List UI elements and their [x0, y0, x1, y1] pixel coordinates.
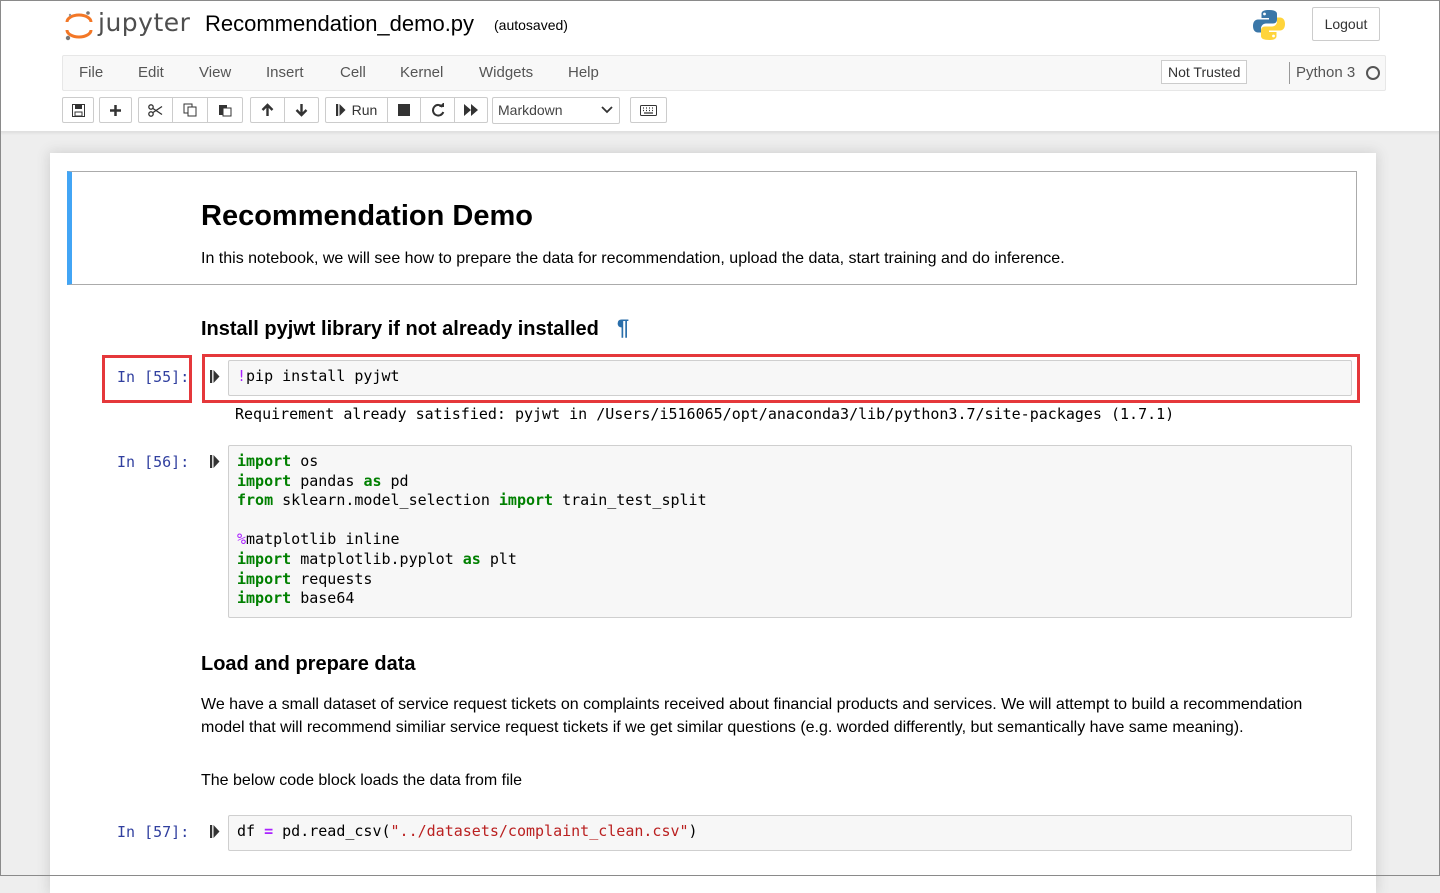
code-line: import base64: [237, 589, 355, 608]
chevron-down-icon: [601, 106, 613, 114]
code-highlight-box: [202, 354, 1360, 403]
kernel-idle-indicator-icon: [1366, 66, 1380, 80]
save-button[interactable]: [62, 97, 94, 123]
anchor-link[interactable]: ¶: [617, 315, 629, 340]
section1-heading: Install pyjwt library if not already ins…: [201, 315, 629, 341]
code-input-57[interactable]: df = pd.read_csv("../datasets/complaint_…: [228, 815, 1352, 851]
intro-text: In this notebook, we will see how to pre…: [201, 250, 1065, 267]
run-cell-icon[interactable]: [210, 825, 220, 838]
section2-text2: The below code block loads the data from…: [201, 772, 523, 789]
code-line: import matplotlib.pyplot as plt: [237, 549, 517, 568]
section2-text: We have a small dataset of service reque…: [201, 696, 1303, 736]
restart-icon: [431, 103, 444, 117]
command-palette-button[interactable]: [630, 97, 667, 123]
notebook-container: Recommendation Demo In this notebook, we…: [50, 153, 1376, 893]
run-label: Run: [351, 102, 378, 118]
arrow-up-icon: [261, 103, 274, 116]
jupyter-logo-icon[interactable]: [64, 10, 94, 42]
cell-type-select[interactable]: Markdown: [492, 97, 620, 124]
code-line: import requests: [237, 569, 373, 588]
copy-button[interactable]: [172, 97, 208, 123]
restart-run-all-button[interactable]: [454, 97, 488, 123]
fast-forward-icon: [463, 104, 478, 116]
menu-edit[interactable]: Edit: [138, 64, 164, 81]
menu-insert[interactable]: Insert: [266, 64, 304, 81]
notebook-name[interactable]: Recommendation_demo.py: [205, 11, 474, 37]
code-input-56[interactable]: import os import pandas as pd from sklea…: [228, 445, 1352, 618]
cell-prompt-56: In [56]:: [117, 453, 190, 471]
kernel-name[interactable]: Python 3: [1296, 64, 1355, 81]
restart-button[interactable]: [420, 97, 455, 123]
section2-heading: Load and prepare data: [201, 653, 416, 675]
menu-kernel[interactable]: Kernel: [400, 64, 443, 81]
keyboard-icon: [640, 104, 657, 116]
logout-button[interactable]: Logout: [1312, 7, 1380, 41]
menubar: File Edit View Insert Cell Kernel Widget…: [62, 55, 1386, 91]
run-icon: [335, 104, 346, 116]
jupyter-logo-text[interactable]: jupyter: [98, 8, 190, 37]
python-logo-icon: [1253, 10, 1285, 40]
run-button[interactable]: Run: [325, 97, 388, 123]
interrupt-button[interactable]: [387, 97, 421, 123]
paste-button[interactable]: [207, 97, 243, 123]
code-line: import pandas as pd: [237, 471, 409, 490]
paste-icon: [219, 105, 232, 117]
menu-widgets[interactable]: Widgets: [479, 64, 533, 81]
section1-heading-text: Install pyjwt library if not already ins…: [201, 318, 599, 340]
stop-icon: [398, 104, 410, 116]
cell-output-55: Requirement already satisfied: pyjwt in …: [235, 405, 1175, 423]
prompt-highlight-box: [102, 355, 192, 403]
code-line: import os: [237, 452, 319, 470]
code-line: from sklearn.model_selection import trai…: [237, 491, 707, 510]
save-icon: [71, 103, 85, 117]
trust-status-badge[interactable]: Not Trusted: [1161, 60, 1248, 84]
cell-prompt-57: In [57]:: [117, 823, 190, 841]
autosave-status: (autosaved): [494, 17, 568, 33]
code-line: df = pd.read_csv("../datasets/complaint_…: [237, 822, 698, 840]
move-down-button[interactable]: [284, 97, 319, 123]
intro-title: Recommendation Demo: [201, 200, 533, 232]
copy-icon: [183, 103, 197, 117]
cut-button[interactable]: [138, 97, 173, 123]
kernel-divider: [1289, 62, 1290, 84]
menu-file[interactable]: File: [79, 64, 103, 81]
run-cell-icon[interactable]: [210, 455, 220, 468]
arrow-down-icon: [295, 104, 308, 117]
plus-icon: [110, 104, 121, 116]
scissors-icon: [148, 103, 163, 117]
menu-help[interactable]: Help: [568, 64, 599, 81]
move-up-button[interactable]: [250, 97, 285, 123]
menu-view[interactable]: View: [199, 64, 231, 81]
menu-cell[interactable]: Cell: [340, 64, 366, 81]
cell-type-value: Markdown: [498, 102, 563, 118]
header: jupyter Recommendation_demo.py (autosave…: [0, 0, 1440, 132]
insert-cell-button[interactable]: [99, 97, 132, 123]
code-line: %matplotlib inline: [237, 530, 400, 549]
